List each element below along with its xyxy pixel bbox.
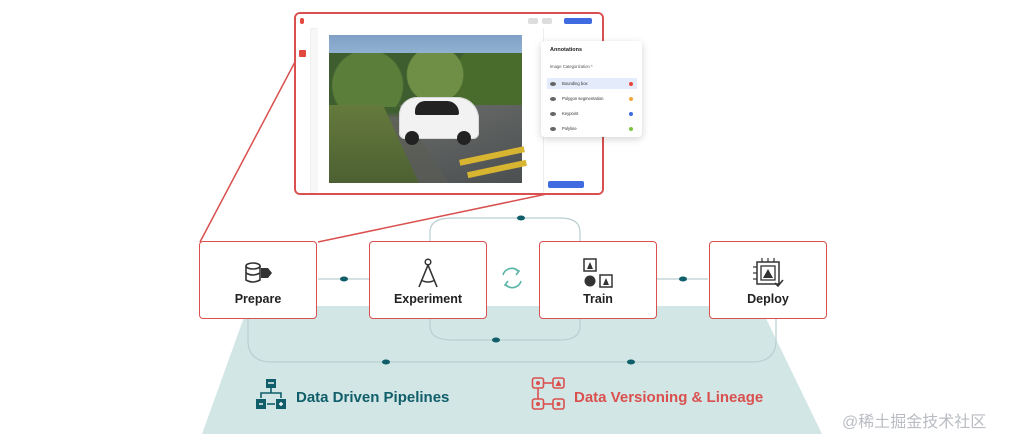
- stage-label: Prepare: [234, 292, 282, 306]
- app-logo-icon: [300, 18, 304, 24]
- feature-label-versioning: Data Versioning & Lineage: [574, 389, 764, 406]
- annotation-option-label: Polyline: [562, 126, 577, 131]
- database-tag-icon: [245, 262, 272, 283]
- inner-loop: [429, 217, 581, 242]
- image-chip-icon: [753, 258, 784, 288]
- stage-experiment: Experiment: [369, 241, 487, 319]
- annotation-option-label: Keypoint: [562, 111, 579, 116]
- eye-icon: [550, 81, 556, 86]
- compass-icon: [418, 258, 438, 288]
- eye-icon: [550, 126, 556, 131]
- screenshot-submit-button: [548, 181, 584, 188]
- zoom-line-left: [199, 59, 297, 243]
- stage-deploy: Deploy: [709, 241, 827, 319]
- color-dot-icon: [629, 81, 633, 86]
- color-dot-icon: [629, 96, 633, 101]
- annotation-option[interactable]: Polygon segmentation: [547, 93, 637, 104]
- bottom-panel: [202, 306, 822, 434]
- annotations-title: Annotations: [550, 47, 583, 53]
- eye-icon: [550, 96, 556, 101]
- pipeline-flow-icon: [256, 379, 286, 409]
- stage-label: Experiment: [393, 292, 463, 306]
- annotation-option-label: Polygon segmentation: [562, 96, 604, 101]
- annotations-panel: Annotations Image Categorization * Bound…: [541, 41, 642, 137]
- screenshot-toolbar: [296, 28, 311, 193]
- photo-car-window: [415, 101, 459, 115]
- shapes-icon: [583, 258, 613, 288]
- street-car-photo: [329, 35, 527, 183]
- watermark: @稀土掘金技术社区: [842, 414, 987, 431]
- screenshot-topbar: [296, 14, 602, 29]
- annotation-option[interactable]: Keypoint: [547, 108, 637, 119]
- annotation-option-label: Bounding box: [562, 81, 588, 86]
- photo-car-wheel: [457, 131, 471, 145]
- color-dot-icon: [629, 126, 633, 131]
- lineage-graph-icon: [531, 377, 565, 410]
- annotation-option[interactable]: Bounding box: [547, 78, 637, 89]
- annotations-subtitle: Image Categorization *: [550, 64, 593, 69]
- stage-label: Deploy: [747, 292, 789, 306]
- eye-icon: [550, 111, 556, 116]
- active-tool-icon: [299, 50, 306, 57]
- annotation-option[interactable]: Polyline: [547, 123, 637, 134]
- topbar-button: [542, 18, 552, 24]
- color-dot-icon: [629, 111, 633, 116]
- feature-label-pipelines: Data Driven Pipelines: [296, 389, 450, 406]
- stage-train: Train: [539, 241, 657, 319]
- refresh-cycle-icon: [502, 267, 522, 289]
- stage-label: Train: [583, 292, 613, 306]
- topbar-primary-button: [564, 18, 592, 24]
- topbar-button: [528, 18, 538, 24]
- stage-prepare: Prepare: [199, 241, 317, 319]
- photo-car-wheel: [405, 131, 419, 145]
